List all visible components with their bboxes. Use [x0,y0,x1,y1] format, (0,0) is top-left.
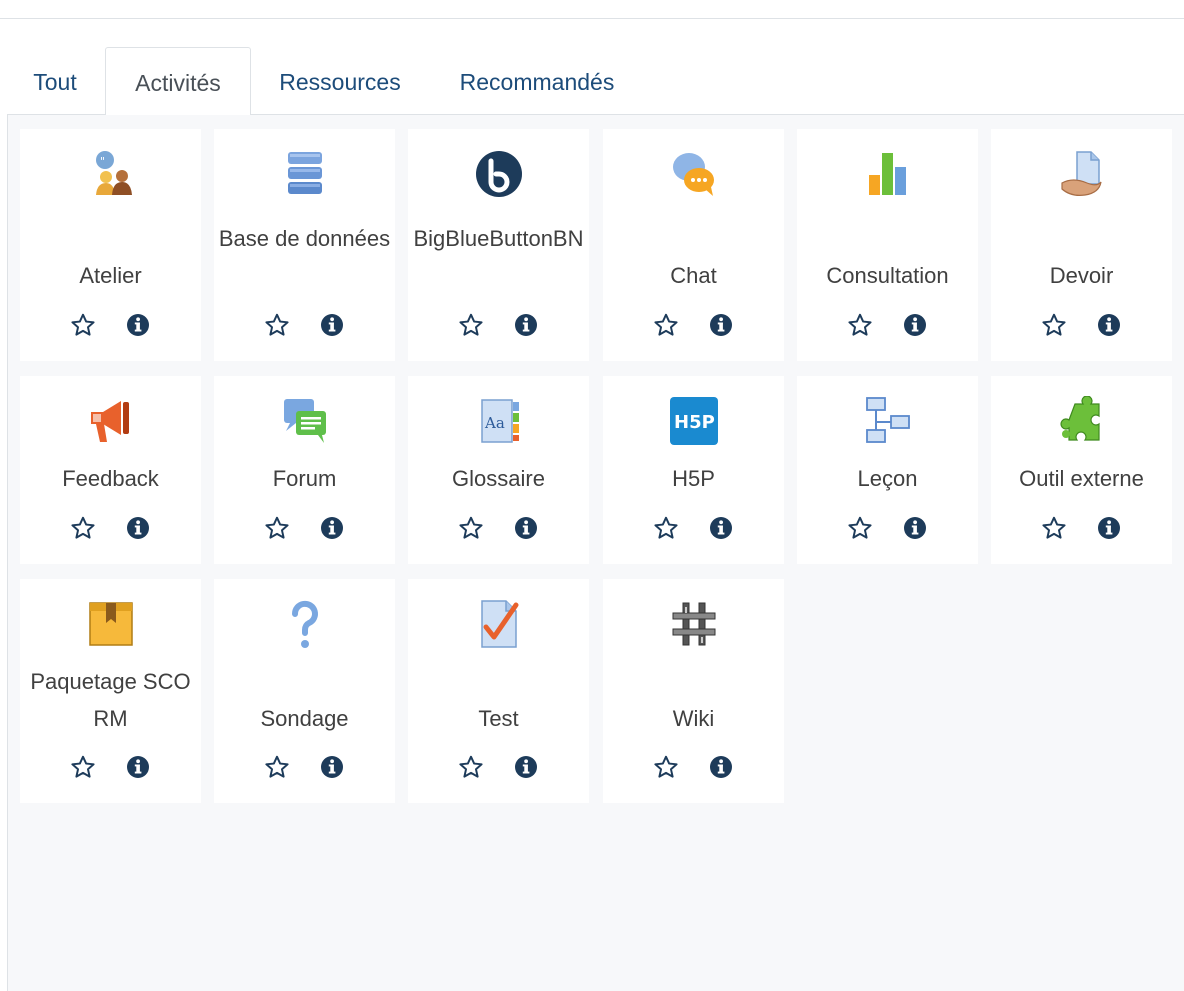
search-field[interactable] [0,0,1184,19]
module-tabs: Tout Activités Ressources Recommandés [7,47,1184,116]
star-outline-icon[interactable] [264,312,290,338]
module-card-test[interactable]: Test [408,579,589,803]
assignment-icon [1057,149,1107,199]
info-icon[interactable] [709,313,733,337]
svg-text:H5P: H5P [674,412,715,433]
svg-text:": " [100,155,105,168]
module-name: BigBlueButtonBN [413,226,584,251]
module-name: Atelier [79,263,142,288]
svg-text:Aa: Aa [484,414,505,432]
module-card-base-de-donnees[interactable]: Base de données [214,129,395,361]
bigbluebutton-icon [474,149,524,199]
info-icon[interactable] [1097,516,1121,540]
module-card-sondage[interactable]: Sondage [214,579,395,803]
info-icon[interactable] [709,755,733,779]
module-name: H5P [672,466,715,491]
module-card-forum[interactable]: Forum [214,376,395,564]
star-outline-icon[interactable] [847,515,873,541]
module-name: Sondage [260,706,349,731]
module-card-devoir[interactable]: Devoir [991,129,1172,361]
wiki-icon [669,599,719,649]
star-outline-icon[interactable] [1041,312,1067,338]
info-icon[interactable] [320,755,344,779]
star-outline-icon[interactable] [458,515,484,541]
forum-icon [280,396,330,446]
info-icon[interactable] [320,516,344,540]
module-card-glossaire[interactable]: Aa Glossaire [408,376,589,564]
module-card-h5p[interactable]: H5P H5P [603,376,784,564]
module-card-feedback[interactable]: Feedback [20,376,201,564]
module-card-wiki[interactable]: Wiki [603,579,784,803]
module-name: Consultation [826,263,949,288]
star-outline-icon[interactable] [70,754,96,780]
module-name: Wiki [672,706,715,731]
module-card-paquetage-scorm[interactable]: Paquetage SCORM [20,579,201,803]
module-card-lecon[interactable]: Leçon [797,376,978,564]
module-name: Paquetage SCORM [30,669,191,731]
star-outline-icon[interactable] [653,754,679,780]
glossary-icon: Aa [474,396,524,446]
star-outline-icon[interactable] [653,312,679,338]
info-icon[interactable] [903,313,927,337]
star-outline-icon[interactable] [653,515,679,541]
module-name: Feedback [62,466,159,491]
info-icon[interactable] [126,516,150,540]
star-outline-icon[interactable] [264,515,290,541]
star-outline-icon[interactable] [458,754,484,780]
info-icon[interactable] [320,313,344,337]
lesson-icon [863,396,913,446]
puzzle-icon [1057,396,1107,446]
module-name: Forum [272,466,337,491]
module-name: Leçon [857,466,918,491]
module-name: Devoir [1049,263,1114,288]
choice-chart-icon [863,149,913,199]
module-card-bigbluebuttonbn[interactable]: BigBlueButtonBN [408,129,589,361]
info-icon[interactable] [903,516,927,540]
info-icon[interactable] [514,516,538,540]
star-outline-icon[interactable] [458,312,484,338]
tab-resources[interactable]: Ressources [265,47,415,115]
star-outline-icon[interactable] [264,754,290,780]
tab-recommended[interactable]: Recommandés [437,47,637,115]
star-outline-icon[interactable] [70,515,96,541]
info-icon[interactable] [126,313,150,337]
module-card-chat[interactable]: Chat [603,129,784,361]
module-card-consultation[interactable]: Consultation [797,129,978,361]
star-outline-icon[interactable] [847,312,873,338]
survey-question-icon [280,599,330,649]
star-outline-icon[interactable] [70,312,96,338]
info-icon[interactable] [514,313,538,337]
tab-activities[interactable]: Activités [105,47,251,116]
info-icon[interactable] [709,516,733,540]
h5p-icon: H5P [669,396,719,446]
module-name: Base de données [218,226,391,251]
info-icon[interactable] [126,755,150,779]
module-card-outil-externe[interactable]: Outil externe [991,376,1172,564]
chat-icon [669,149,719,199]
module-name: Outil externe [1019,466,1144,491]
star-outline-icon[interactable] [1041,515,1067,541]
module-name: Test [478,706,519,731]
module-name: Glossaire [452,466,545,491]
quiz-icon [474,599,524,649]
module-card-atelier[interactable]: " Atelier [20,129,201,361]
info-icon[interactable] [1097,313,1121,337]
tab-all[interactable]: Tout [15,47,95,115]
scorm-package-icon [86,599,136,649]
database-icon [280,149,330,199]
megaphone-icon [86,396,136,446]
workshop-icon: " [86,149,136,199]
info-icon[interactable] [514,755,538,779]
module-name: Chat [670,263,717,288]
